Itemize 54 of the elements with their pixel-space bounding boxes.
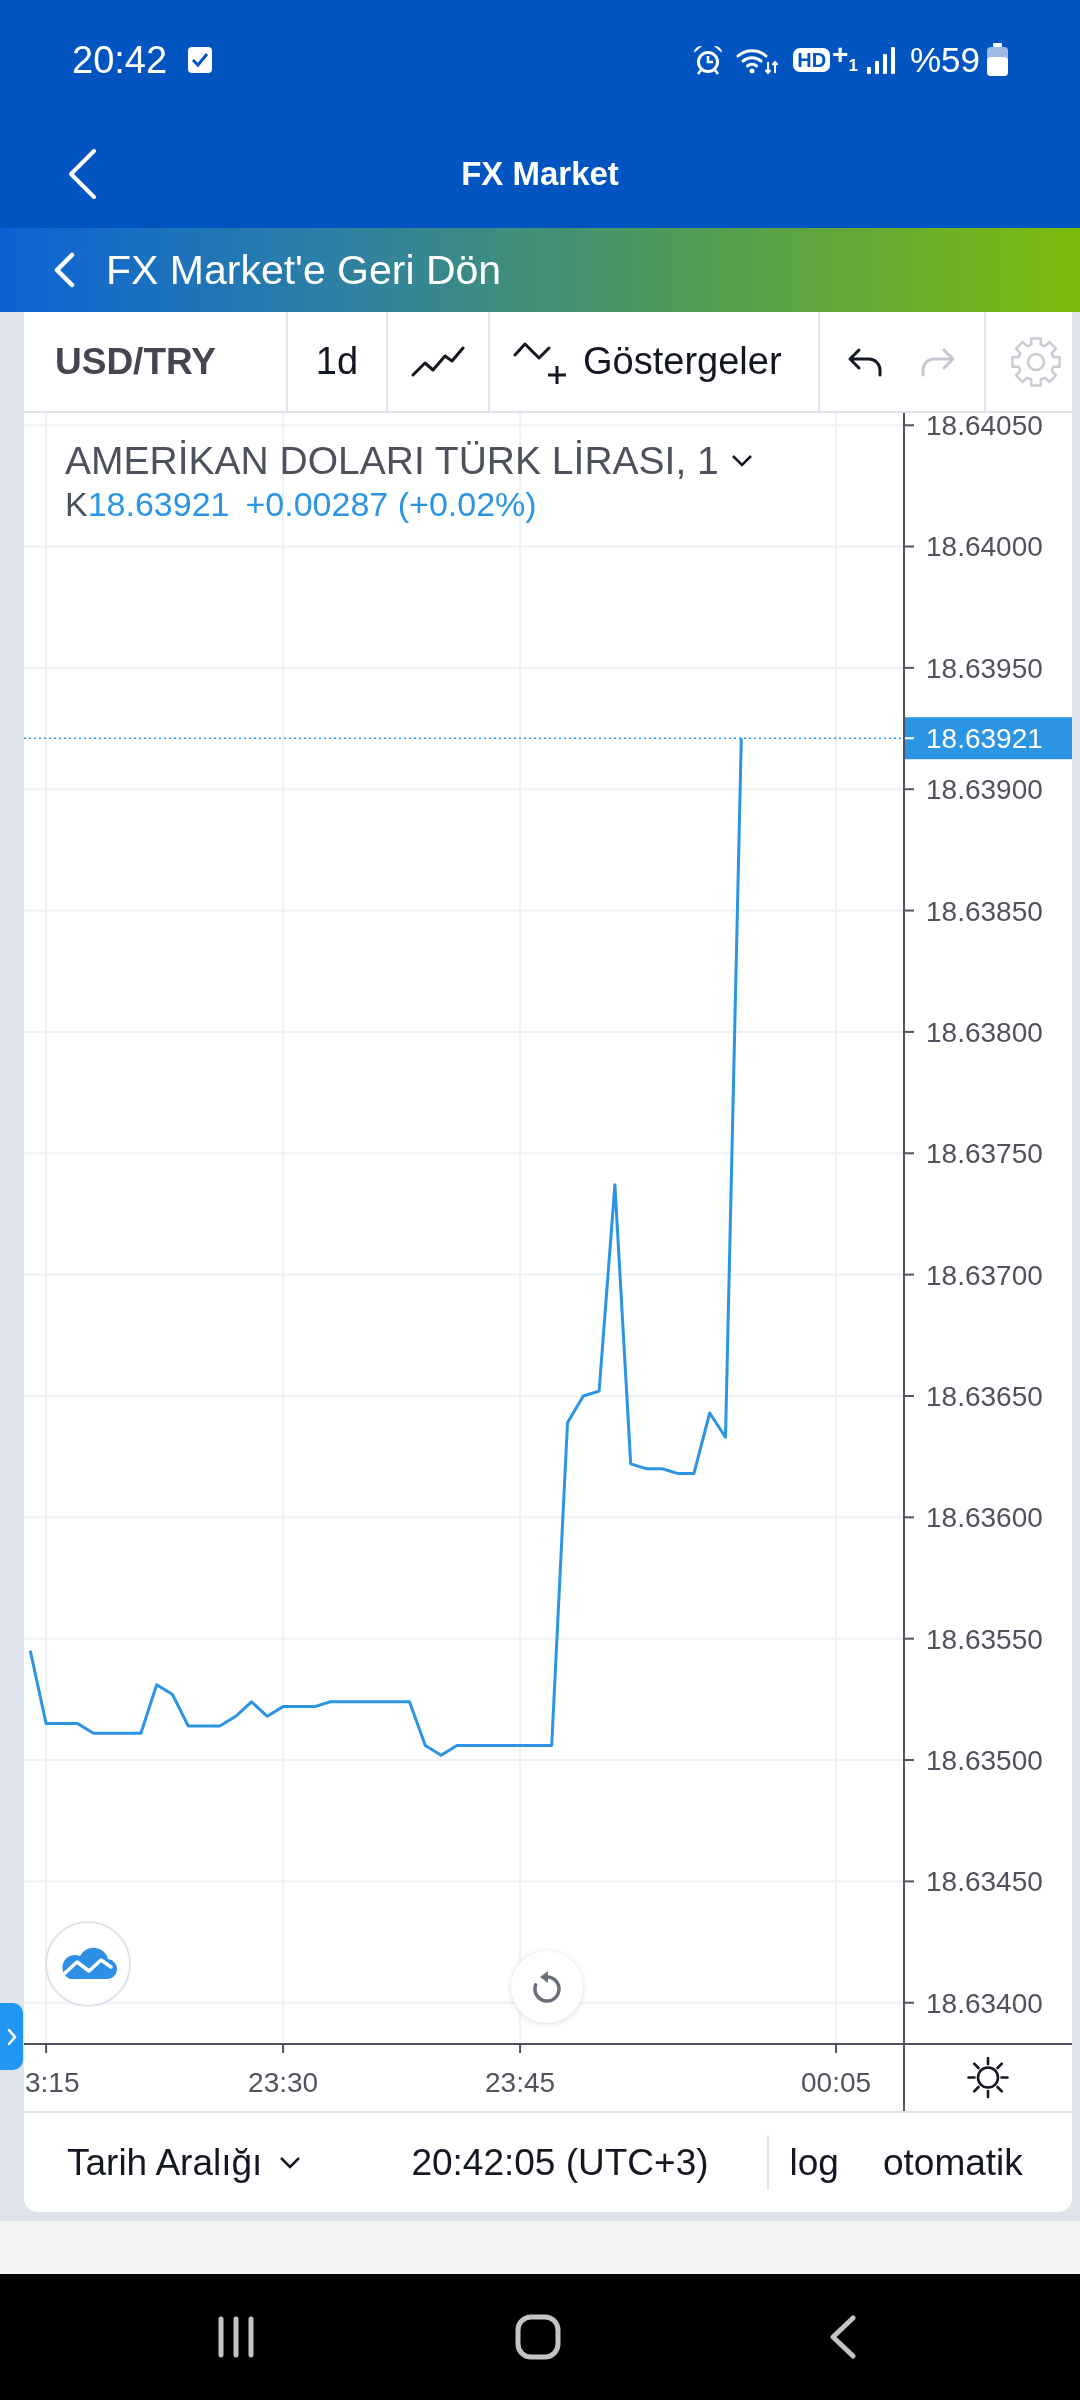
price-label: 18.63600 xyxy=(926,1502,1043,1534)
chart-title-button[interactable]: AMERİKAN DOLARI TÜRK LİRASI, 1 xyxy=(65,438,753,484)
chevron-right-icon[interactable] xyxy=(6,2027,17,2046)
price-label: 18.63550 xyxy=(926,1623,1043,1655)
back-icon[interactable] xyxy=(827,2315,857,2359)
status-time: 20:42 xyxy=(72,38,168,82)
clock-text: 20:42:05 (UTC+3) xyxy=(411,2141,709,2184)
log-scale-button[interactable]: log xyxy=(789,2141,839,2184)
line-chart-icon[interactable] xyxy=(411,344,465,379)
indicators-button[interactable]: Göstergeler xyxy=(490,312,820,411)
screen-title: FX Market xyxy=(461,155,619,193)
date-range-button[interactable]: Tarih Aralığı xyxy=(67,2141,302,2184)
back-icon[interactable] xyxy=(66,148,98,200)
change-value: +0.00287 (+0.02%) xyxy=(245,484,537,524)
chevron-down-icon[interactable] xyxy=(730,454,753,468)
price-label: 18.63800 xyxy=(926,1016,1043,1048)
battery-icon xyxy=(986,43,1009,77)
back-link-banner[interactable]: FX Market'e Geri Dön xyxy=(0,228,1080,312)
battery-percent: %59 xyxy=(909,40,980,80)
price-label: 18.63850 xyxy=(926,895,1043,927)
price-label: 18.64000 xyxy=(926,531,1043,563)
price-label: 18.63900 xyxy=(926,774,1043,806)
chevron-left-icon[interactable] xyxy=(52,252,76,288)
sim-indicator: +$_{1}$ xyxy=(832,39,858,77)
price-label: 18.63450 xyxy=(926,1866,1043,1898)
price-label: 18.63750 xyxy=(926,1138,1043,1170)
ref-line-label: 18.63921 xyxy=(926,723,1043,755)
hd-voice-indicator: HD xyxy=(793,48,831,72)
chevron-down-icon[interactable] xyxy=(279,2155,302,2170)
last-price-label: 18.63921 xyxy=(904,717,1072,760)
undo-icon[interactable] xyxy=(847,346,883,377)
signal-icon xyxy=(865,45,896,75)
close-value: 18.63921 xyxy=(87,484,230,524)
price-label: 18.64050 xyxy=(926,413,1043,442)
price-label: 18.63650 xyxy=(926,1380,1043,1412)
symbol-button[interactable]: USD/TRY xyxy=(24,312,288,411)
auto-scale-button[interactable]: otomatik xyxy=(882,2141,1023,2184)
reset-chart-button[interactable] xyxy=(511,1951,583,2023)
price-label: 18.63400 xyxy=(926,1987,1043,2019)
time-label: 00:05 xyxy=(801,2067,872,2098)
recent-apps-icon[interactable] xyxy=(216,2315,256,2359)
check-square-icon xyxy=(187,46,214,74)
home-icon[interactable] xyxy=(515,2314,561,2360)
sun-icon[interactable] xyxy=(968,2058,1008,2097)
price-label: 18.63950 xyxy=(926,652,1043,684)
price-label: 18.63700 xyxy=(926,1259,1043,1291)
time-label: 23:30 xyxy=(248,2067,319,2098)
alarm-clock-icon xyxy=(693,45,724,75)
interval-button[interactable]: 1d xyxy=(288,312,388,411)
time-label: 23:45 xyxy=(485,2067,556,2098)
close-label: K xyxy=(65,484,88,524)
price-label: 18.63500 xyxy=(926,1745,1043,1777)
time-label: 3:15 xyxy=(25,2067,80,2098)
side-panel-toggle[interactable] xyxy=(0,2003,23,2070)
